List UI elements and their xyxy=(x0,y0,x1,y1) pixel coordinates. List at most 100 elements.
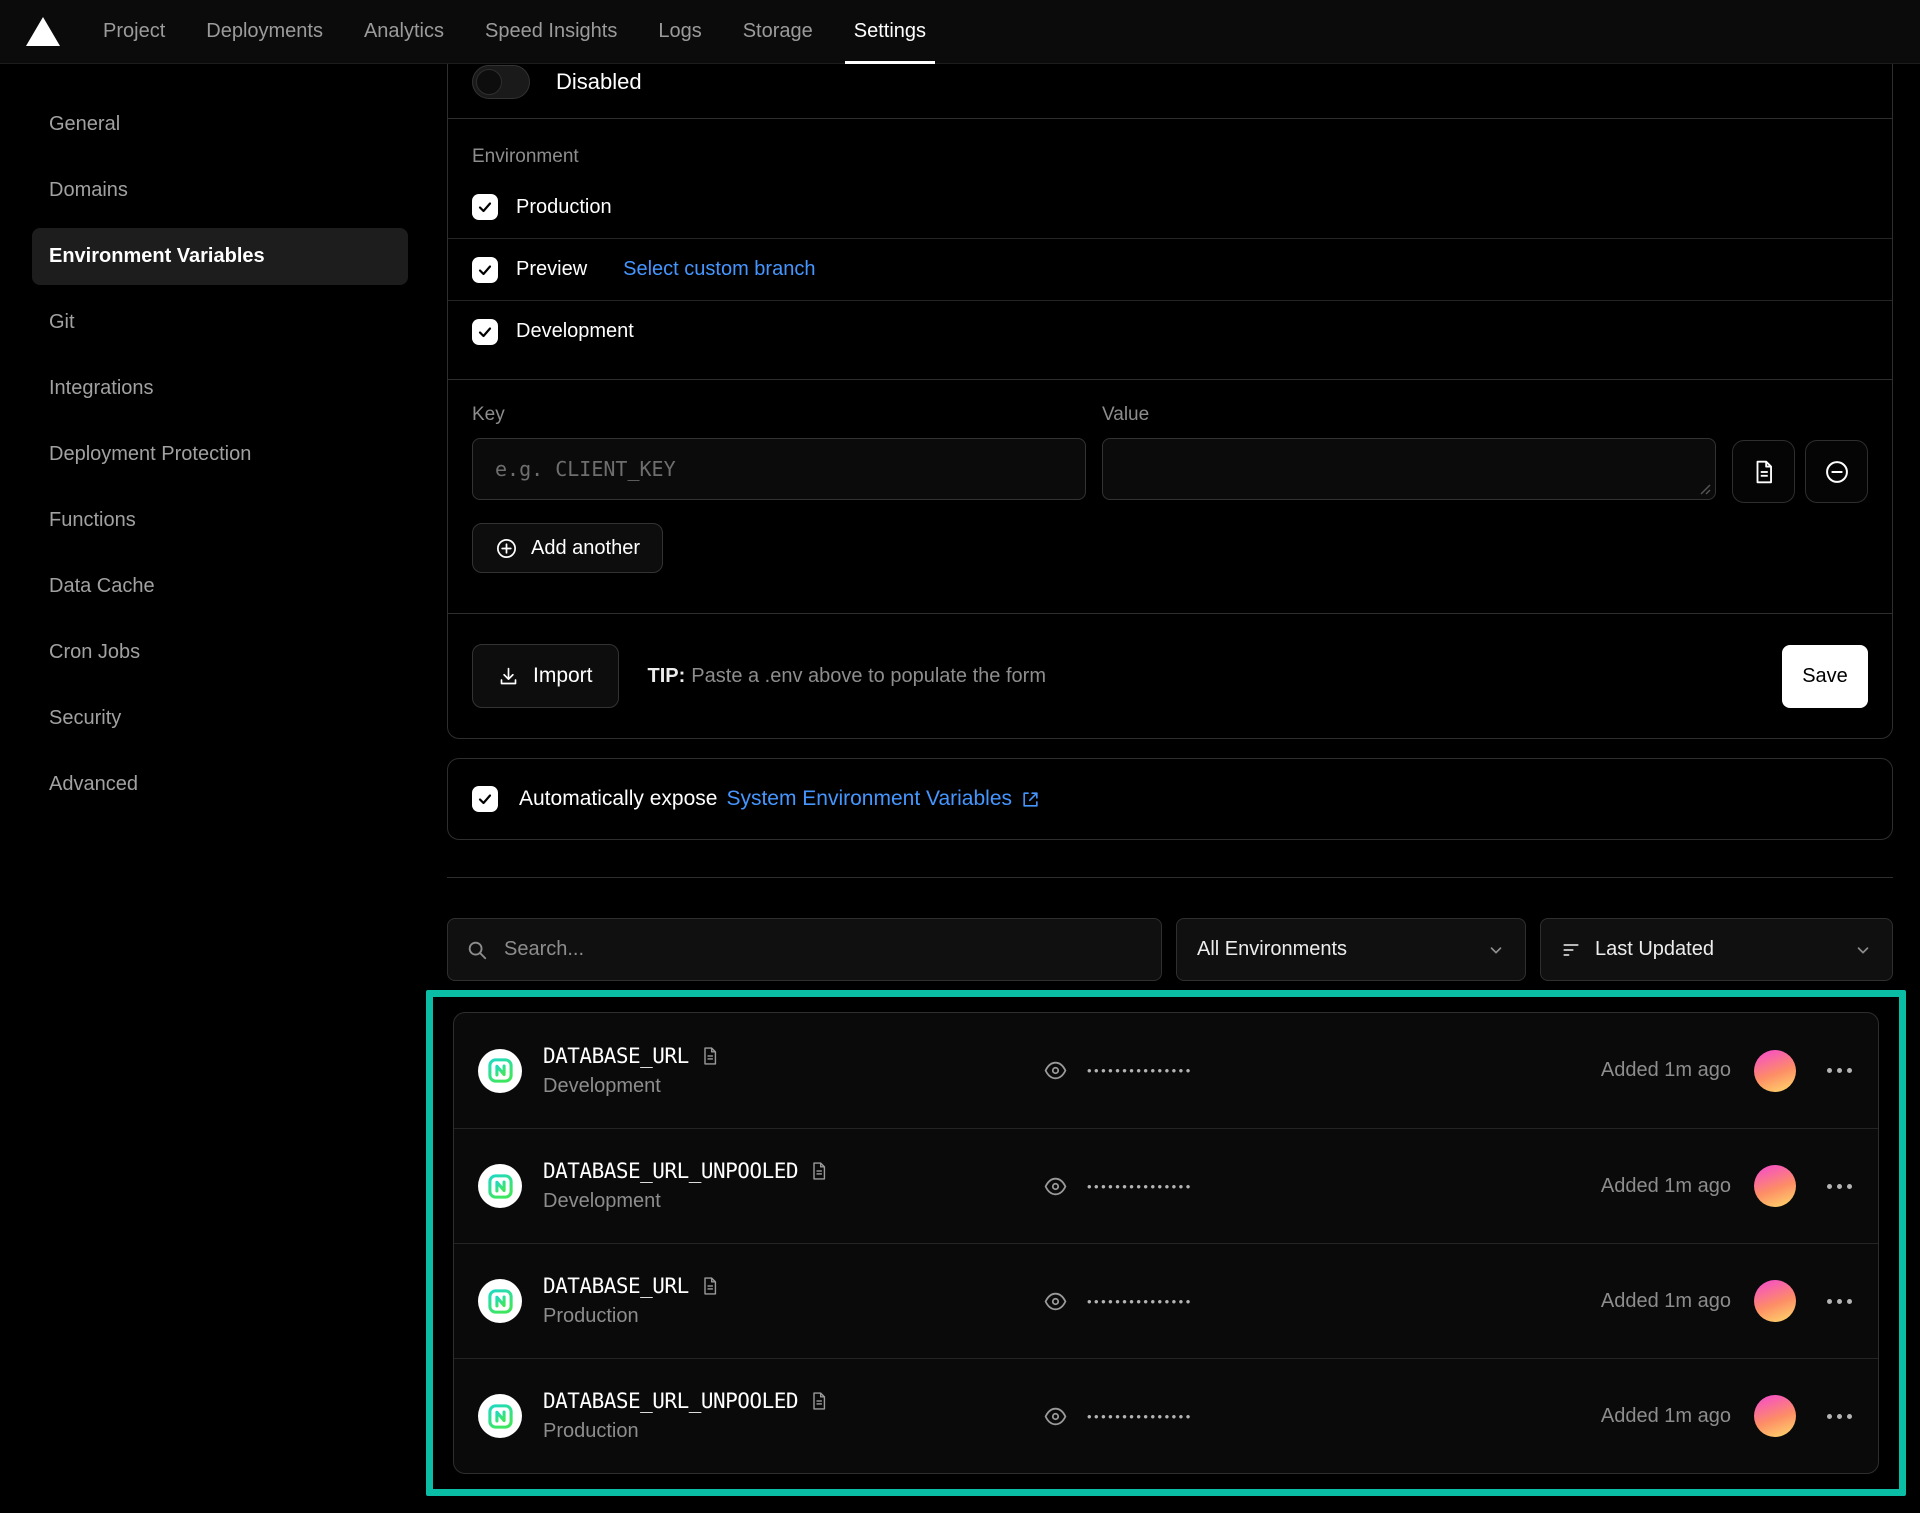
user-avatar xyxy=(1754,1050,1796,1092)
environment-filter-dropdown[interactable]: All Environments xyxy=(1176,918,1526,981)
disabled-toggle[interactable] xyxy=(472,65,530,99)
eye-icon[interactable] xyxy=(1043,1289,1068,1314)
sidebar-item-general[interactable]: General xyxy=(32,96,408,153)
search-input[interactable] xyxy=(502,937,1143,962)
paste-env-file-button[interactable] xyxy=(1732,440,1795,503)
development-checkbox[interactable] xyxy=(472,319,498,345)
document-icon xyxy=(1751,459,1777,485)
nav-item-project[interactable]: Project xyxy=(103,0,165,64)
added-timestamp: Added 1m ago xyxy=(1601,1059,1731,1082)
sidebar-item-environment-variables[interactable]: Environment Variables xyxy=(32,228,408,285)
add-env-var-card: Disabled Environment Production Preview xyxy=(447,64,1893,739)
eye-icon[interactable] xyxy=(1043,1404,1068,1429)
note-icon[interactable] xyxy=(809,1161,829,1181)
env-var-name: DATABASE_URL_UNPOOLED xyxy=(543,1389,798,1413)
add-another-label: Add another xyxy=(531,537,640,560)
nav-item-analytics[interactable]: Analytics xyxy=(364,0,444,64)
tip-bold: TIP: xyxy=(648,665,686,687)
env-var-info: DATABASE_URL_UNPOOLED Production xyxy=(543,1389,1043,1443)
note-icon[interactable] xyxy=(700,1046,720,1066)
added-timestamp: Added 1m ago xyxy=(1601,1290,1731,1313)
external-link-icon xyxy=(1021,790,1040,809)
sidebar-item-data-cache[interactable]: Data Cache xyxy=(32,558,408,615)
key-input-box xyxy=(472,438,1086,500)
row-menu-button[interactable] xyxy=(1825,1293,1854,1310)
sidebar-item-functions[interactable]: Functions xyxy=(32,492,408,549)
environment-row-production: Production xyxy=(448,176,1892,238)
sort-dropdown[interactable]: Last Updated xyxy=(1540,918,1893,981)
development-checkbox-label: Development xyxy=(516,320,634,343)
preview-checkbox[interactable] xyxy=(472,257,498,283)
nav-item-logs[interactable]: Logs xyxy=(658,0,701,64)
remove-row-button[interactable] xyxy=(1805,440,1868,503)
environment-row-preview: Preview Select custom branch xyxy=(448,238,1892,300)
note-icon[interactable] xyxy=(700,1276,720,1296)
user-avatar xyxy=(1754,1395,1796,1437)
env-var-info: DATABASE_URL Production xyxy=(543,1274,1043,1328)
import-button[interactable]: Import xyxy=(472,644,619,708)
add-another-button[interactable]: Add another xyxy=(472,523,663,573)
resize-grip-icon[interactable] xyxy=(1698,482,1711,495)
sidebar-item-deployment-protection[interactable]: Deployment Protection xyxy=(32,426,408,483)
minus-circle-icon xyxy=(1823,458,1851,486)
preview-checkbox-label: Preview xyxy=(516,258,587,281)
user-avatar xyxy=(1754,1165,1796,1207)
masked-value: ••••••••••••••• xyxy=(1087,1063,1193,1078)
nav-item-deployments[interactable]: Deployments xyxy=(206,0,323,64)
key-value-section: Key Value xyxy=(448,379,1892,613)
env-var-environment: Development xyxy=(543,1190,1043,1213)
user-avatar xyxy=(1754,1280,1796,1322)
neon-integration-icon xyxy=(478,1279,522,1323)
section-divider xyxy=(447,877,1893,878)
sidebar-item-security[interactable]: Security xyxy=(32,690,408,747)
sidebar-item-git[interactable]: Git xyxy=(32,294,408,351)
download-icon xyxy=(498,666,519,687)
auto-expose-label: Automatically expose xyxy=(519,787,717,811)
environment-filter-value: All Environments xyxy=(1197,938,1347,961)
check-icon xyxy=(477,199,493,215)
system-env-variables-link[interactable]: System Environment Variables xyxy=(726,787,1040,811)
select-custom-branch-link[interactable]: Select custom branch xyxy=(623,258,815,281)
auto-expose-checkbox[interactable] xyxy=(472,786,498,812)
key-label: Key xyxy=(472,404,1086,426)
highlight-annotation-box: DATABASE_URL Development ••••••••••••• xyxy=(426,990,1906,1496)
env-var-row: DATABASE_URL_UNPOOLED Production ••••• xyxy=(454,1358,1878,1473)
eye-icon[interactable] xyxy=(1043,1174,1068,1199)
sensitive-toggle-section: Disabled xyxy=(448,64,1892,118)
masked-value: ••••••••••••••• xyxy=(1087,1294,1193,1309)
value-input[interactable] xyxy=(1123,456,1695,482)
settings-sidebar: General Domains Environment Variables Gi… xyxy=(32,96,408,822)
sidebar-item-cron-jobs[interactable]: Cron Jobs xyxy=(32,624,408,681)
sidebar-item-advanced[interactable]: Advanced xyxy=(32,756,408,813)
chevron-down-icon xyxy=(1854,941,1872,959)
production-checkbox-label: Production xyxy=(516,196,612,219)
masked-value: ••••••••••••••• xyxy=(1087,1179,1193,1194)
added-timestamp: Added 1m ago xyxy=(1601,1175,1731,1198)
nav-item-speed-insights[interactable]: Speed Insights xyxy=(485,0,617,64)
env-var-info: DATABASE_URL Development xyxy=(543,1044,1043,1098)
neon-integration-icon xyxy=(478,1164,522,1208)
vercel-logo-icon[interactable] xyxy=(26,17,60,46)
production-checkbox[interactable] xyxy=(472,194,498,220)
nav-item-settings[interactable]: Settings xyxy=(854,0,926,64)
note-icon[interactable] xyxy=(809,1391,829,1411)
filter-bar: All Environments Last Updated xyxy=(447,918,1893,981)
row-menu-button[interactable] xyxy=(1825,1178,1854,1195)
env-var-name: DATABASE_URL xyxy=(543,1274,689,1298)
key-input[interactable] xyxy=(493,456,1065,482)
toggle-knob xyxy=(476,69,502,95)
row-menu-button[interactable] xyxy=(1825,1062,1854,1079)
value-input-box xyxy=(1102,438,1716,500)
row-menu-button[interactable] xyxy=(1825,1408,1854,1425)
env-var-row: DATABASE_URL Development ••••••••••••• xyxy=(454,1013,1878,1128)
added-timestamp: Added 1m ago xyxy=(1601,1405,1731,1428)
key-value-actions xyxy=(1732,440,1868,503)
save-button[interactable]: Save xyxy=(1782,645,1868,708)
environment-variables-panel: Disabled Environment Production Preview xyxy=(447,64,1893,1496)
nav-item-storage[interactable]: Storage xyxy=(743,0,813,64)
sidebar-item-domains[interactable]: Domains xyxy=(32,162,408,219)
eye-icon[interactable] xyxy=(1043,1058,1068,1083)
env-var-environment: Production xyxy=(543,1305,1043,1328)
env-var-name: DATABASE_URL_UNPOOLED xyxy=(543,1159,798,1183)
sidebar-item-integrations[interactable]: Integrations xyxy=(32,360,408,417)
